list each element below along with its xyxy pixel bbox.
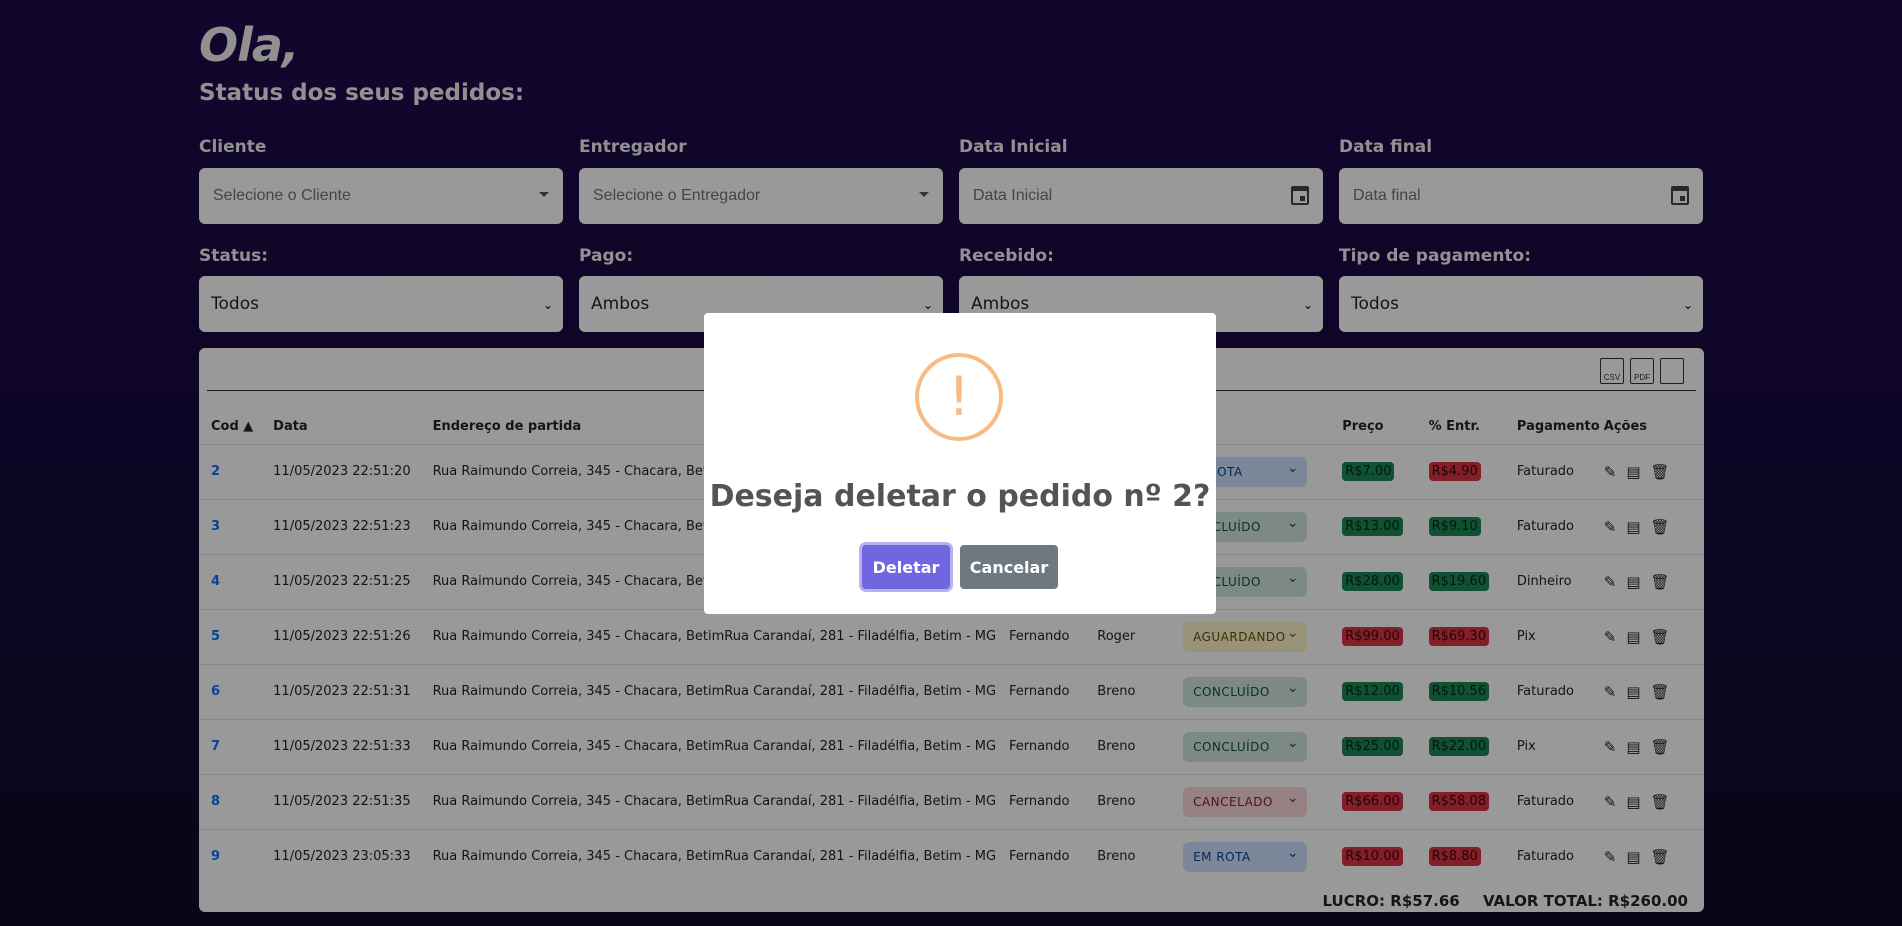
warning-icon: !: [915, 353, 1003, 441]
dialog-actions: Deletar Cancelar: [704, 545, 1216, 589]
delete-button[interactable]: Deletar: [862, 545, 950, 589]
delete-confirm-dialog: ! Deseja deletar o pedido nº 2? Deletar …: [704, 313, 1216, 614]
dialog-message: Deseja deletar o pedido nº 2?: [709, 479, 1211, 514]
cancel-button[interactable]: Cancelar: [960, 545, 1058, 589]
